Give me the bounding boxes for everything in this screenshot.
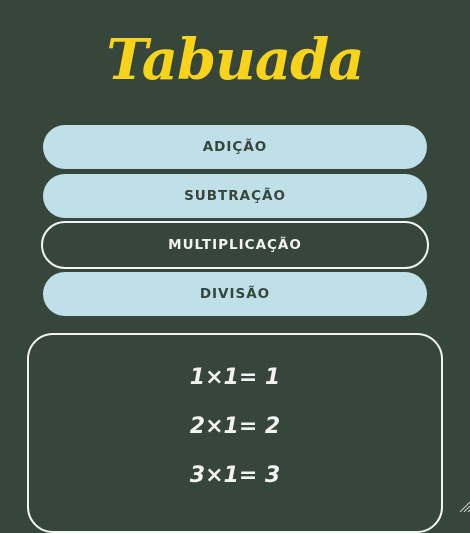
page-title: Tabuada bbox=[106, 27, 364, 93]
result-line: 3×1= 3 bbox=[189, 463, 281, 488]
resize-grip-icon[interactable] bbox=[458, 500, 470, 512]
multiplication-button[interactable]: MULTIPLICAÇÃO bbox=[41, 221, 429, 269]
result-line: 1×1= 1 bbox=[189, 365, 281, 390]
addition-button[interactable]: ADIÇÃO bbox=[43, 125, 427, 169]
division-button[interactable]: DIVISÃO bbox=[43, 272, 427, 316]
result-line: 2×1= 2 bbox=[189, 414, 281, 439]
results-panel: 1×1= 1 2×1= 2 3×1= 3 bbox=[27, 333, 443, 533]
subtraction-button[interactable]: SUBTRAÇÃO bbox=[43, 174, 427, 218]
